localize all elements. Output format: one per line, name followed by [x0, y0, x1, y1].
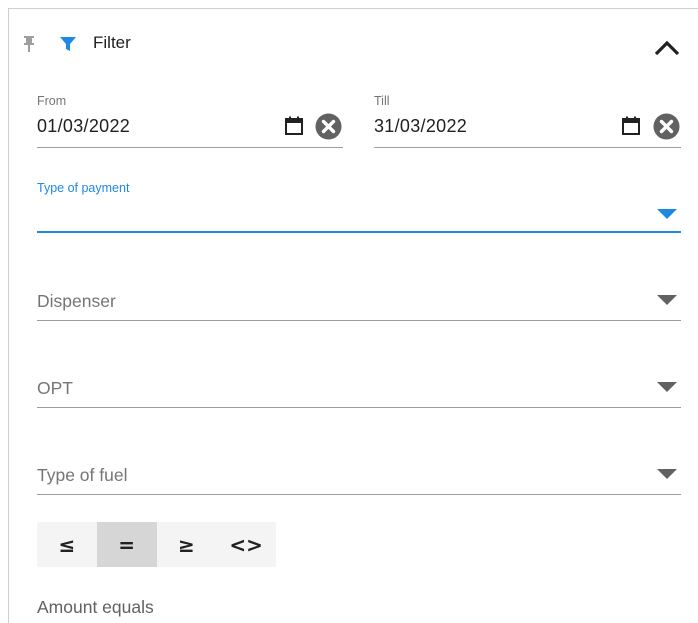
payment-select[interactable]	[37, 196, 657, 226]
amount-label: Amount equals	[37, 597, 154, 617]
dispenser-dropdown-icon[interactable]	[657, 294, 677, 306]
fuel-dropdown-icon[interactable]	[657, 468, 677, 480]
comparator-toggle-group: ≤ = ≥ <>	[37, 522, 276, 567]
from-underline	[37, 147, 343, 148]
equals-button[interactable]: =	[96, 522, 157, 567]
from-label: From	[37, 94, 67, 108]
greater-or-equal-button[interactable]: ≥	[157, 522, 217, 567]
fuel-select[interactable]: Type of fuel	[37, 465, 127, 486]
pin-icon[interactable]	[23, 35, 35, 53]
fuel-underline	[37, 494, 681, 495]
less-or-equal-button[interactable]: ≤	[37, 522, 97, 567]
till-label: Till	[374, 94, 390, 108]
till-underline	[374, 147, 681, 148]
from-calendar-icon[interactable]	[284, 116, 304, 136]
dispenser-select[interactable]: Dispenser	[37, 291, 116, 312]
not-equal-button[interactable]: <>	[216, 522, 276, 567]
filter-funnel-icon	[60, 37, 76, 51]
from-clear-icon[interactable]	[315, 113, 342, 140]
till-date-input[interactable]: 31/03/2022	[374, 116, 467, 137]
from-date-input[interactable]: 01/03/2022	[37, 116, 130, 137]
dispenser-underline	[37, 320, 681, 321]
opt-underline	[37, 407, 681, 408]
payment-underline	[37, 231, 681, 233]
opt-select[interactable]: OPT	[37, 378, 73, 399]
opt-dropdown-icon[interactable]	[657, 381, 677, 393]
payment-label: Type of payment	[37, 181, 130, 195]
chevron-up-icon[interactable]	[652, 38, 682, 58]
till-clear-icon[interactable]	[653, 113, 680, 140]
filter-title: Filter	[93, 33, 131, 52]
till-calendar-icon[interactable]	[621, 116, 641, 136]
payment-dropdown-icon[interactable]	[657, 208, 677, 220]
